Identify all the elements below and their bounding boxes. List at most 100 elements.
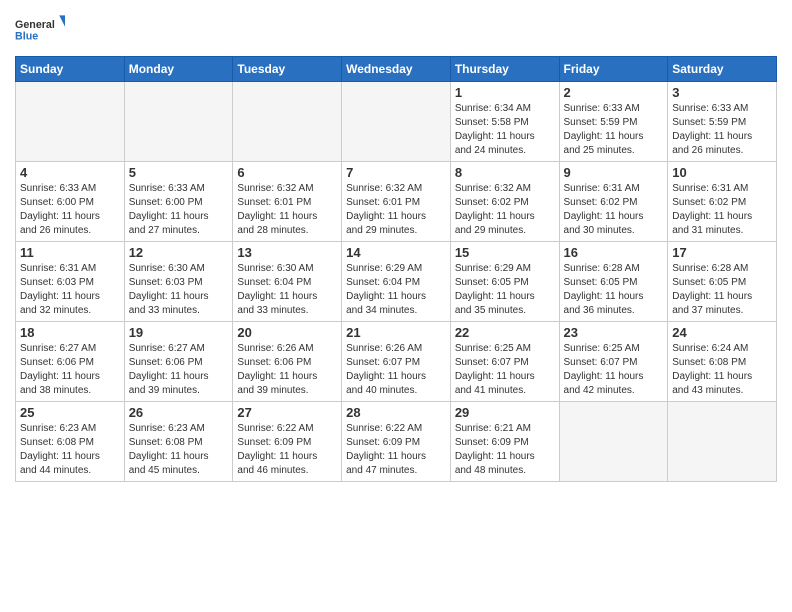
logo: General Blue <box>15 10 65 50</box>
page-header: General Blue <box>15 10 777 50</box>
calendar-cell: 19 Sunrise: 6:27 AM Sunset: 6:06 PM Dayli… <box>124 322 233 402</box>
day-info: Sunrise: 6:26 AM Sunset: 6:06 PM Dayligh… <box>237 342 337 398</box>
day-info: Sunrise: 6:30 AM Sunset: 6:03 PM Dayligh… <box>129 262 229 318</box>
day-number: 3 <box>672 85 772 100</box>
day-number: 11 <box>20 245 120 260</box>
calendar-table: SundayMondayTuesdayWednesdayThursdayFrid… <box>15 56 777 482</box>
calendar-cell: 17 Sunrise: 6:28 AM Sunset: 6:05 PM Dayli… <box>668 242 777 322</box>
calendar-cell: 28 Sunrise: 6:22 AM Sunset: 6:09 PM Dayli… <box>342 402 451 482</box>
day-info: Sunrise: 6:22 AM Sunset: 6:09 PM Dayligh… <box>237 422 337 478</box>
day-info: Sunrise: 6:24 AM Sunset: 6:08 PM Dayligh… <box>672 342 772 398</box>
day-number: 21 <box>346 325 446 340</box>
day-number: 20 <box>237 325 337 340</box>
calendar-cell: 23Sunrise: 6:25 AM Sunset: 6:07 PM Dayli… <box>559 322 668 402</box>
calendar-cell: 1Sunrise: 6:34 AM Sunset: 5:58 PM Daylig… <box>450 82 559 162</box>
header-thursday: Thursday <box>450 57 559 82</box>
day-info: Sunrise: 6:22 AM Sunset: 6:09 PM Dayligh… <box>346 422 446 478</box>
day-number: 7 <box>346 165 446 180</box>
day-number: 14 <box>346 245 446 260</box>
calendar-cell: 8 Sunrise: 6:32 AM Sunset: 6:02 PM Daylig… <box>450 162 559 242</box>
day-info: Sunrise: 6:33 AM Sunset: 6:00 PM Dayligh… <box>20 182 120 238</box>
day-info: Sunrise: 6:27 AM Sunset: 6:06 PM Dayligh… <box>20 342 120 398</box>
week-row-1: 1Sunrise: 6:34 AM Sunset: 5:58 PM Daylig… <box>16 82 777 162</box>
calendar-cell: 27 Sunrise: 6:22 AM Sunset: 6:09 PM Dayli… <box>233 402 342 482</box>
header-monday: Monday <box>124 57 233 82</box>
day-number: 18 <box>20 325 120 340</box>
day-number: 12 <box>129 245 229 260</box>
calendar-cell: 16 Sunrise: 6:28 AM Sunset: 6:05 PM Dayli… <box>559 242 668 322</box>
day-number: 26 <box>129 405 229 420</box>
day-info: Sunrise: 6:31 AM Sunset: 6:02 PM Dayligh… <box>564 182 664 238</box>
day-number: 2 <box>564 85 664 100</box>
calendar-cell <box>668 402 777 482</box>
calendar-cell: 25 Sunrise: 6:23 AM Sunset: 6:08 PM Dayli… <box>16 402 125 482</box>
calendar-cell: 26 Sunrise: 6:23 AM Sunset: 6:08 PM Dayli… <box>124 402 233 482</box>
day-number: 10 <box>672 165 772 180</box>
day-info: Sunrise: 6:28 AM Sunset: 6:05 PM Dayligh… <box>564 262 664 318</box>
day-info: Sunrise: 6:27 AM Sunset: 6:06 PM Dayligh… <box>129 342 229 398</box>
week-row-5: 25 Sunrise: 6:23 AM Sunset: 6:08 PM Dayli… <box>16 402 777 482</box>
calendar-cell: 13Sunrise: 6:30 AM Sunset: 6:04 PM Dayli… <box>233 242 342 322</box>
day-number: 28 <box>346 405 446 420</box>
week-row-4: 18 Sunrise: 6:27 AM Sunset: 6:06 PM Dayli… <box>16 322 777 402</box>
day-number: 16 <box>564 245 664 260</box>
calendar-cell: 5 Sunrise: 6:33 AM Sunset: 6:00 PM Daylig… <box>124 162 233 242</box>
calendar-cell: 12 Sunrise: 6:30 AM Sunset: 6:03 PM Dayli… <box>124 242 233 322</box>
header-friday: Friday <box>559 57 668 82</box>
day-info: Sunrise: 6:29 AM Sunset: 6:04 PM Dayligh… <box>346 262 446 318</box>
day-number: 24 <box>672 325 772 340</box>
day-info: Sunrise: 6:32 AM Sunset: 6:01 PM Dayligh… <box>237 182 337 238</box>
day-info: Sunrise: 6:23 AM Sunset: 6:08 PM Dayligh… <box>129 422 229 478</box>
calendar-cell: 21Sunrise: 6:26 AM Sunset: 6:07 PM Dayli… <box>342 322 451 402</box>
week-row-3: 11 Sunrise: 6:31 AM Sunset: 6:03 PM Dayli… <box>16 242 777 322</box>
day-number: 6 <box>237 165 337 180</box>
calendar-cell: 20 Sunrise: 6:26 AM Sunset: 6:06 PM Dayli… <box>233 322 342 402</box>
header-tuesday: Tuesday <box>233 57 342 82</box>
day-info: Sunrise: 6:25 AM Sunset: 6:07 PM Dayligh… <box>455 342 555 398</box>
calendar-cell: 18 Sunrise: 6:27 AM Sunset: 6:06 PM Dayli… <box>16 322 125 402</box>
day-number: 13 <box>237 245 337 260</box>
day-info: Sunrise: 6:23 AM Sunset: 6:08 PM Dayligh… <box>20 422 120 478</box>
calendar-cell: 7 Sunrise: 6:32 AM Sunset: 6:01 PM Daylig… <box>342 162 451 242</box>
day-info: Sunrise: 6:34 AM Sunset: 5:58 PM Dayligh… <box>455 102 555 158</box>
day-info: Sunrise: 6:31 AM Sunset: 6:02 PM Dayligh… <box>672 182 772 238</box>
day-number: 19 <box>129 325 229 340</box>
calendar-cell <box>342 82 451 162</box>
day-number: 25 <box>20 405 120 420</box>
calendar-cell: 2 Sunrise: 6:33 AM Sunset: 5:59 PM Daylig… <box>559 82 668 162</box>
calendar-cell: 14 Sunrise: 6:29 AM Sunset: 6:04 PM Dayli… <box>342 242 451 322</box>
calendar-cell: 10 Sunrise: 6:31 AM Sunset: 6:02 PM Dayli… <box>668 162 777 242</box>
calendar-cell: 9Sunrise: 6:31 AM Sunset: 6:02 PM Daylig… <box>559 162 668 242</box>
week-row-2: 4 Sunrise: 6:33 AM Sunset: 6:00 PM Daylig… <box>16 162 777 242</box>
calendar-cell: 3 Sunrise: 6:33 AM Sunset: 5:59 PM Daylig… <box>668 82 777 162</box>
day-info: Sunrise: 6:28 AM Sunset: 6:05 PM Dayligh… <box>672 262 772 318</box>
day-number: 17 <box>672 245 772 260</box>
day-info: Sunrise: 6:33 AM Sunset: 5:59 PM Dayligh… <box>564 102 664 158</box>
calendar-cell: 6 Sunrise: 6:32 AM Sunset: 6:01 PM Daylig… <box>233 162 342 242</box>
calendar-cell: 24 Sunrise: 6:24 AM Sunset: 6:08 PM Dayli… <box>668 322 777 402</box>
day-info: Sunrise: 6:31 AM Sunset: 6:03 PM Dayligh… <box>20 262 120 318</box>
calendar-cell: 11 Sunrise: 6:31 AM Sunset: 6:03 PM Dayli… <box>16 242 125 322</box>
day-info: Sunrise: 6:33 AM Sunset: 6:00 PM Dayligh… <box>129 182 229 238</box>
day-info: Sunrise: 6:21 AM Sunset: 6:09 PM Dayligh… <box>455 422 555 478</box>
day-info: Sunrise: 6:33 AM Sunset: 5:59 PM Dayligh… <box>672 102 772 158</box>
calendar-cell <box>559 402 668 482</box>
logo-icon: General Blue <box>15 10 65 50</box>
calendar-cell: 4 Sunrise: 6:33 AM Sunset: 6:00 PM Daylig… <box>16 162 125 242</box>
day-number: 5 <box>129 165 229 180</box>
day-number: 4 <box>20 165 120 180</box>
day-number: 27 <box>237 405 337 420</box>
calendar-cell <box>124 82 233 162</box>
svg-text:General: General <box>15 19 55 31</box>
days-header-row: SundayMondayTuesdayWednesdayThursdayFrid… <box>16 57 777 82</box>
header-saturday: Saturday <box>668 57 777 82</box>
calendar-cell <box>16 82 125 162</box>
day-number: 29 <box>455 405 555 420</box>
day-number: 23 <box>564 325 664 340</box>
day-info: Sunrise: 6:32 AM Sunset: 6:01 PM Dayligh… <box>346 182 446 238</box>
day-number: 22 <box>455 325 555 340</box>
day-info: Sunrise: 6:29 AM Sunset: 6:05 PM Dayligh… <box>455 262 555 318</box>
day-info: Sunrise: 6:32 AM Sunset: 6:02 PM Dayligh… <box>455 182 555 238</box>
day-number: 8 <box>455 165 555 180</box>
header-sunday: Sunday <box>16 57 125 82</box>
